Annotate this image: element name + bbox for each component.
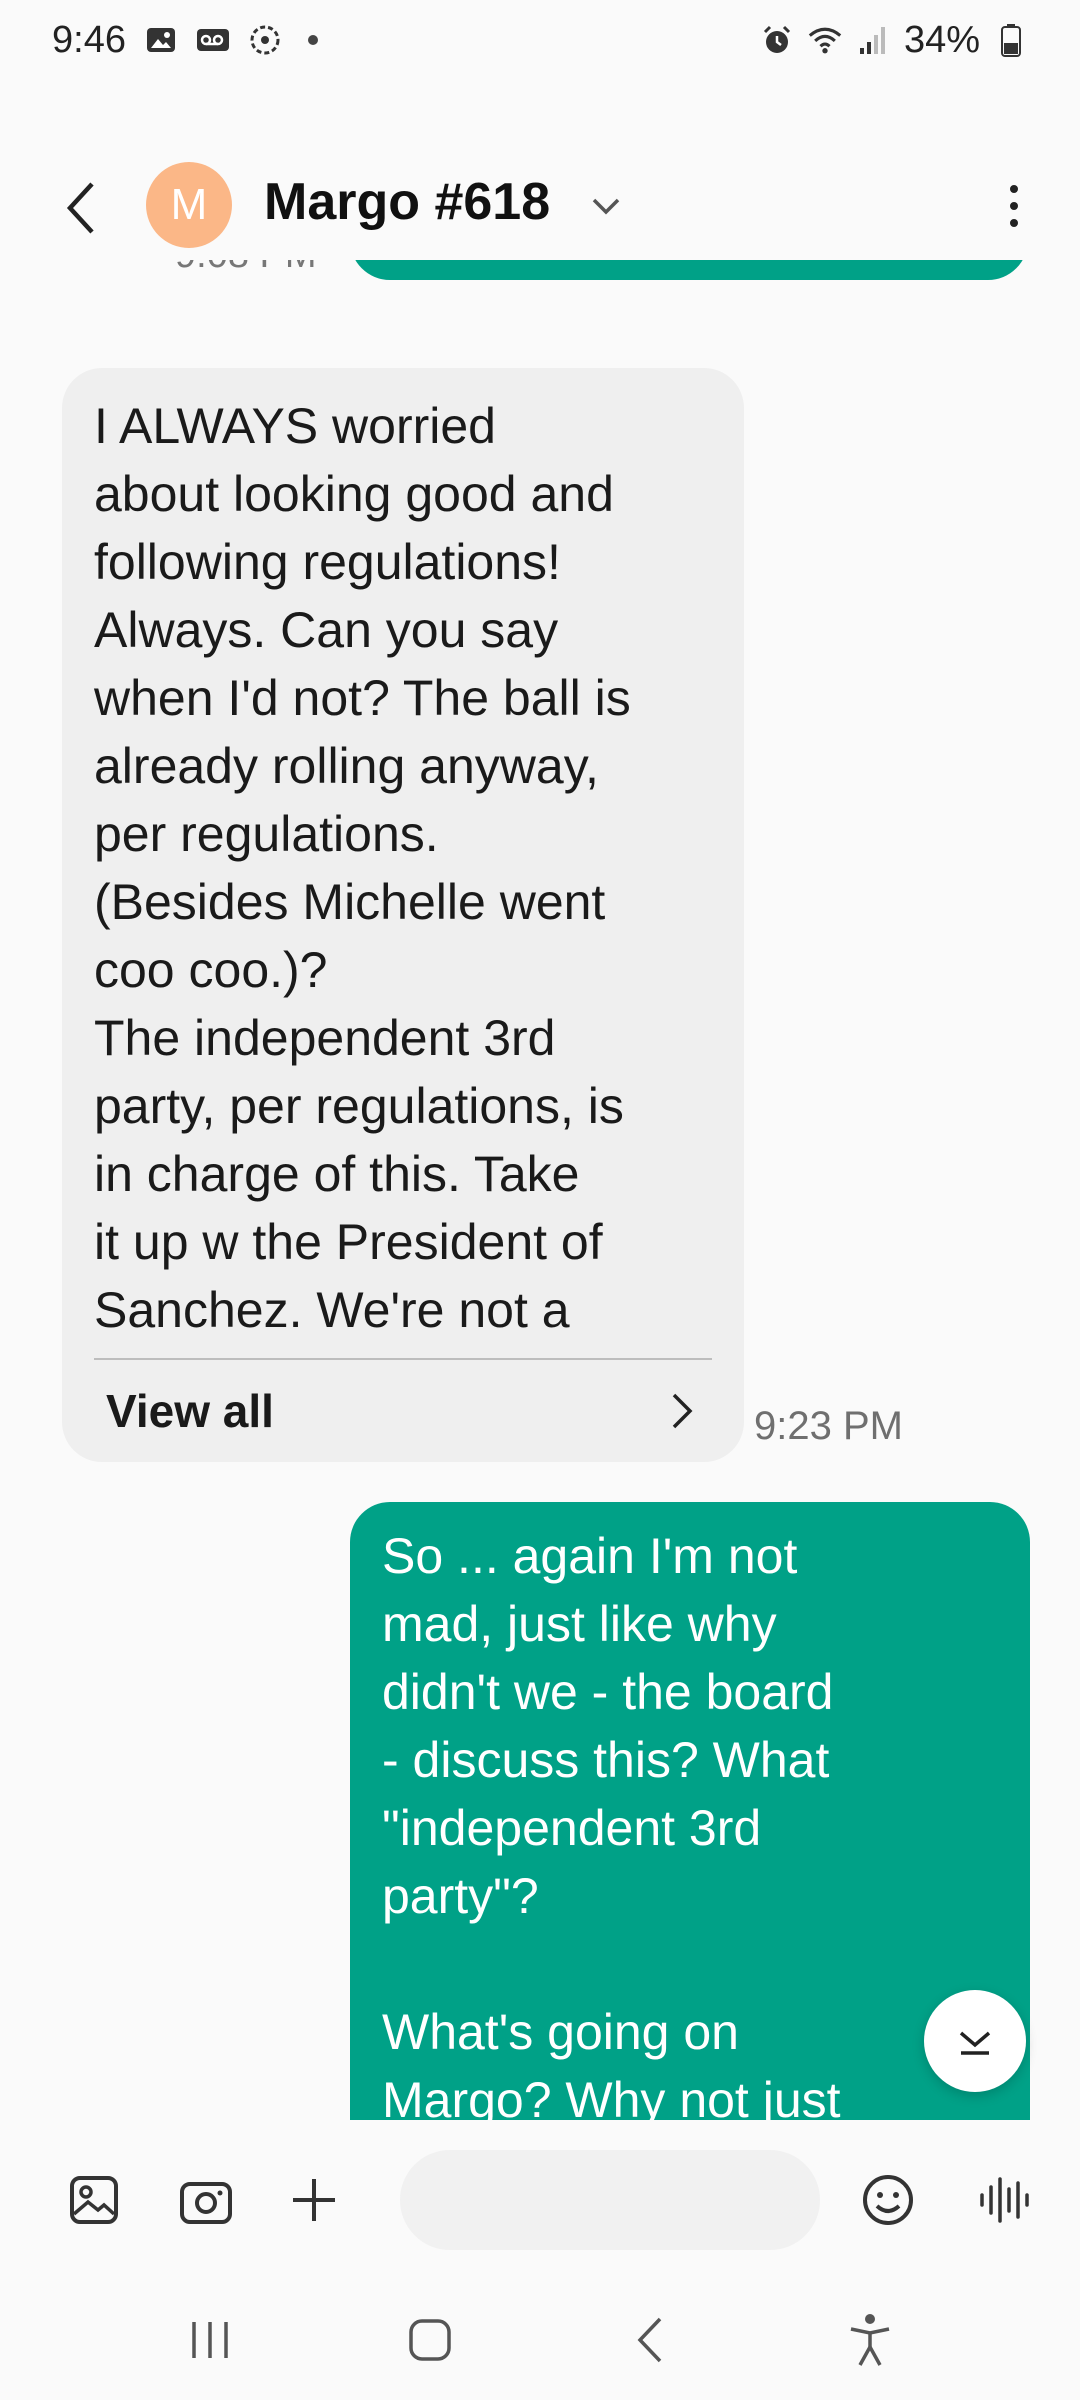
voice-record-button[interactable] bbox=[974, 2170, 1034, 2230]
emoji-button[interactable] bbox=[858, 2170, 918, 2230]
add-attachment-button[interactable] bbox=[284, 2170, 344, 2230]
navigation-bar bbox=[0, 2280, 1080, 2400]
message-input[interactable] bbox=[400, 2150, 820, 2250]
wifi-icon bbox=[808, 23, 842, 57]
status-right: 34% bbox=[760, 19, 1028, 62]
sync-notification-icon bbox=[248, 23, 282, 57]
recent-apps-icon bbox=[192, 2322, 228, 2358]
gallery-icon bbox=[70, 2176, 118, 2224]
scroll-to-bottom-button[interactable] bbox=[924, 1990, 1026, 2092]
voice-waveform-icon bbox=[980, 2177, 1029, 2223]
status-bar: 9:46 34% bbox=[0, 0, 1080, 80]
outgoing-message-text: So ... again I'm not mad, just like why … bbox=[382, 1528, 841, 2120]
chevron-down-icon[interactable] bbox=[588, 188, 624, 224]
back-arrow-icon bbox=[637, 2317, 662, 2363]
conversation-area[interactable]: 9:08 PM I ALWAYS worried about looking g… bbox=[0, 260, 1080, 2120]
home-button[interactable] bbox=[390, 2300, 470, 2380]
plus-icon bbox=[293, 2179, 335, 2221]
battery-percent: 34% bbox=[903, 18, 980, 61]
message-composer bbox=[0, 2120, 1080, 2280]
back-nav-button[interactable] bbox=[610, 2300, 690, 2380]
incoming-message-bubble[interactable]: I ALWAYS worried about looking good and … bbox=[62, 368, 744, 1462]
incoming-message-time: 9:23 PM bbox=[754, 1404, 903, 1448]
avatar[interactable]: M bbox=[146, 162, 232, 248]
camera-icon bbox=[180, 2182, 232, 2224]
battery-icon bbox=[994, 23, 1028, 57]
previous-outgoing-bubble[interactable] bbox=[350, 260, 1028, 280]
conversation-header: M Margo #618 bbox=[0, 150, 1080, 260]
view-all-label: View all bbox=[106, 1385, 274, 1437]
alarm-icon bbox=[760, 23, 794, 57]
accessibility-button[interactable] bbox=[830, 2300, 910, 2380]
more-dot bbox=[1010, 185, 1018, 193]
home-icon bbox=[409, 2319, 451, 2361]
contact-name[interactable]: Margo #618 bbox=[264, 172, 550, 232]
more-notifications-dot bbox=[307, 35, 318, 45]
view-all-button[interactable]: View all bbox=[94, 1360, 712, 1462]
chevron-right-icon bbox=[672, 1393, 693, 1429]
camera-button[interactable] bbox=[176, 2170, 236, 2230]
back-button[interactable] bbox=[52, 178, 112, 238]
gallery-button[interactable] bbox=[64, 2170, 124, 2230]
avatar-initial: M bbox=[170, 180, 208, 229]
incoming-message-text: I ALWAYS worried about looking good and … bbox=[94, 398, 631, 1338]
emoji-icon bbox=[863, 2175, 913, 2225]
more-dot bbox=[1010, 202, 1018, 210]
more-options-button[interactable] bbox=[988, 180, 1040, 232]
voicemail-notification-icon bbox=[196, 23, 230, 57]
arrow-down-icon bbox=[959, 2031, 991, 2055]
recent-apps-button[interactable] bbox=[170, 2300, 250, 2380]
more-dot bbox=[1010, 219, 1018, 227]
accessibility-icon bbox=[850, 2314, 890, 2366]
previous-message-time: 9:08 PM bbox=[175, 260, 317, 277]
gallery-notification-icon bbox=[144, 23, 178, 57]
status-left: 9:46 bbox=[52, 19, 318, 62]
chevron-left-icon bbox=[66, 182, 94, 234]
status-time: 9:46 bbox=[52, 18, 126, 61]
signal-icon bbox=[856, 23, 890, 57]
